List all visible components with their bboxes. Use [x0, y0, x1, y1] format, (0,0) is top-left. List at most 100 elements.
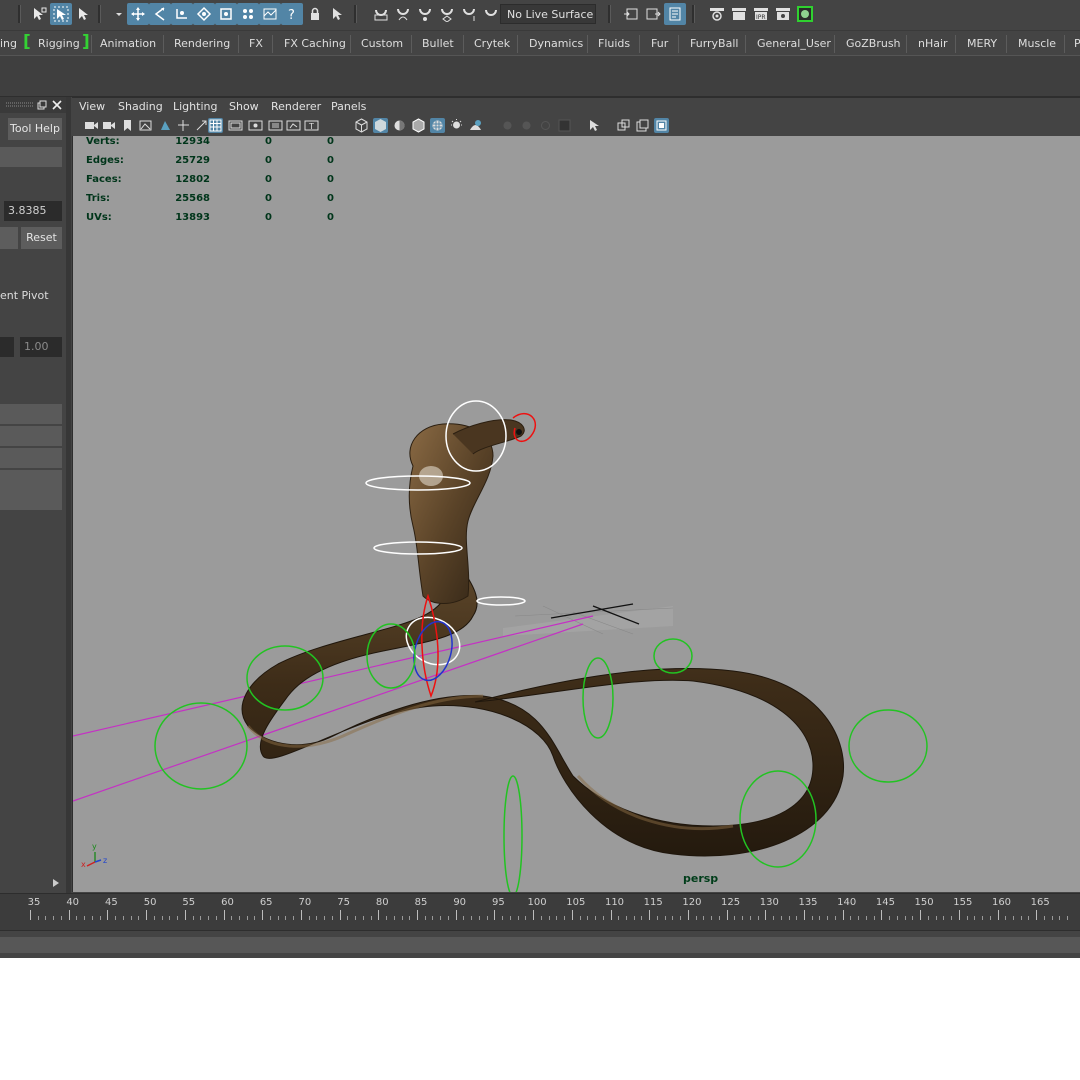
- textured-icon[interactable]: [430, 118, 445, 133]
- field-chart-icon[interactable]: [286, 118, 301, 133]
- screen-space-ao-icon[interactable]: [500, 118, 515, 133]
- shelf-tab-muscle[interactable]: Muscle: [1018, 35, 1056, 53]
- bookmark-icon[interactable]: [120, 118, 135, 133]
- collapsed-section[interactable]: [0, 426, 62, 446]
- xray-joints-icon[interactable]: [635, 118, 650, 133]
- tool-help-button[interactable]: Tool Help: [8, 118, 62, 140]
- 2d-pan-zoom-icon[interactable]: [158, 118, 173, 133]
- reset-button[interactable]: Reset: [21, 227, 62, 249]
- shelf-tab-partial[interactable]: ing: [0, 35, 17, 53]
- wireframe-on-shaded-icon[interactable]: [411, 118, 426, 133]
- output-ops-icon[interactable]: [642, 3, 664, 25]
- render-view-icon[interactable]: [706, 3, 728, 25]
- xray-active-components-icon[interactable]: [654, 118, 669, 133]
- shelf-tab-bullet[interactable]: Bullet: [422, 35, 454, 53]
- shelf-tab-fur[interactable]: Fur: [651, 35, 668, 53]
- lights-icon[interactable]: [449, 118, 464, 133]
- magnet-live-icon[interactable]: [480, 3, 502, 25]
- film-gate-icon[interactable]: [228, 118, 243, 133]
- shelf-tab-fluids[interactable]: Fluids: [598, 35, 630, 53]
- wireframe-icon[interactable]: [354, 118, 369, 133]
- menu-shading[interactable]: Shading: [118, 100, 163, 113]
- shelf-tab-mery[interactable]: MERY: [967, 35, 997, 53]
- shelf-tab-general-user[interactable]: General_User: [757, 35, 831, 53]
- shelf-tab-rigging[interactable]: Rigging: [38, 35, 80, 53]
- scene-canvas[interactable]: y x z: [73, 136, 1080, 892]
- shelf-tab-dynamics[interactable]: Dynamics: [529, 35, 583, 53]
- scale-slider[interactable]: [0, 337, 14, 357]
- body-control-4[interactable]: [582, 657, 614, 739]
- default-material-icon[interactable]: [392, 118, 407, 133]
- snap-live-icon[interactable]: [215, 3, 237, 25]
- camera-attributes-icon[interactable]: [102, 118, 117, 133]
- snap-curve-icon[interactable]: [149, 3, 171, 25]
- close-icon[interactable]: [52, 100, 62, 110]
- select-tool-icon[interactable]: [28, 3, 50, 25]
- scale-field[interactable]: 1.00: [20, 337, 62, 357]
- shelf-tab-fx-caching[interactable]: FX Caching: [284, 35, 346, 53]
- perspective-viewport[interactable]: y x z Verts: 12934 0 0 Edges: 25729 0 0 …: [72, 136, 1080, 892]
- make-live-icon[interactable]: [237, 3, 259, 25]
- snap-point-icon[interactable]: [171, 3, 193, 25]
- time-slider[interactable]: 35 40 45 50 55 60 65 70 75 80 85 90 95 100 105 110 115 12…: [0, 893, 1080, 930]
- shelf-tab-nhair[interactable]: nHair: [918, 35, 948, 53]
- shelf-tab-custom[interactable]: Custom: [361, 35, 403, 53]
- magnet-point-icon[interactable]: [414, 3, 436, 25]
- shelf-tab-furryball[interactable]: FurryBall: [690, 35, 738, 53]
- render-settings-icon[interactable]: [772, 3, 794, 25]
- magnet-grid-icon[interactable]: [370, 3, 392, 25]
- panel-splitter[interactable]: [66, 97, 71, 894]
- magnet-curve-icon[interactable]: [392, 3, 414, 25]
- menu-view[interactable]: View: [79, 100, 105, 113]
- depth-of-field-icon[interactable]: [557, 118, 572, 133]
- render-current-icon[interactable]: [728, 3, 750, 25]
- body-control-6[interactable]: [848, 709, 928, 783]
- magnet-surface-icon[interactable]: [458, 3, 480, 25]
- grid-icon[interactable]: [208, 118, 223, 133]
- image-plane-icon[interactable]: [138, 118, 153, 133]
- lasso-tool-icon[interactable]: [50, 3, 72, 25]
- range-slider[interactable]: [0, 930, 1080, 958]
- magnet-plane-icon[interactable]: [436, 3, 458, 25]
- lock-icon[interactable]: [304, 3, 326, 25]
- shelf-tab-partial-right[interactable]: P: [1074, 35, 1080, 53]
- collapsed-section[interactable]: [0, 404, 62, 424]
- settings-section[interactable]: [0, 147, 62, 167]
- drag-handle-icon[interactable]: [6, 102, 34, 108]
- body-control-5[interactable]: [653, 638, 693, 674]
- shelf-tab-crytek[interactable]: Crytek: [474, 35, 510, 53]
- shelf-tab-gozbrush[interactable]: GoZBrush: [846, 35, 901, 53]
- menu-lighting[interactable]: Lighting: [173, 100, 217, 113]
- isolate-select-icon[interactable]: [587, 118, 602, 133]
- range-slider-bar[interactable]: [0, 937, 1080, 953]
- collapsed-section[interactable]: [0, 448, 62, 468]
- shadows-icon[interactable]: [468, 118, 483, 133]
- input-ops-icon[interactable]: [620, 3, 642, 25]
- grease-pencil-icon[interactable]: [176, 118, 191, 133]
- construction-history-icon[interactable]: [664, 3, 686, 25]
- symmetry-icon[interactable]: [259, 3, 281, 25]
- motion-blur-icon[interactable]: [519, 118, 534, 133]
- tail-control[interactable]: [503, 775, 523, 892]
- snap-view-plane-icon[interactable]: [193, 3, 215, 25]
- menu-renderer[interactable]: Renderer: [271, 100, 321, 113]
- reset-left-button[interactable]: [0, 227, 18, 249]
- smooth-shade-icon[interactable]: [373, 118, 388, 133]
- move-camera-icon[interactable]: [194, 118, 209, 133]
- gate-mask-icon[interactable]: [268, 118, 283, 133]
- resolution-gate-icon[interactable]: [248, 118, 263, 133]
- collapsed-section[interactable]: [0, 470, 62, 490]
- collapsed-section[interactable]: [0, 490, 62, 510]
- neck-control-lower[interactable]: [476, 596, 526, 606]
- scroll-right-icon[interactable]: [52, 878, 60, 888]
- select-highlight-icon[interactable]: [326, 3, 348, 25]
- shelf-tab-animation[interactable]: Animation: [100, 35, 156, 53]
- snap-grid-icon[interactable]: [127, 3, 149, 25]
- multisample-aa-icon[interactable]: [538, 118, 553, 133]
- shelf-tab-fx[interactable]: FX: [249, 35, 263, 53]
- value-field[interactable]: 3.8385: [4, 201, 62, 221]
- shelf-tab-rendering[interactable]: Rendering: [174, 35, 230, 53]
- float-panel-icon[interactable]: [37, 100, 47, 110]
- menu-panels[interactable]: Panels: [331, 100, 366, 113]
- safe-title-icon[interactable]: T: [304, 118, 319, 133]
